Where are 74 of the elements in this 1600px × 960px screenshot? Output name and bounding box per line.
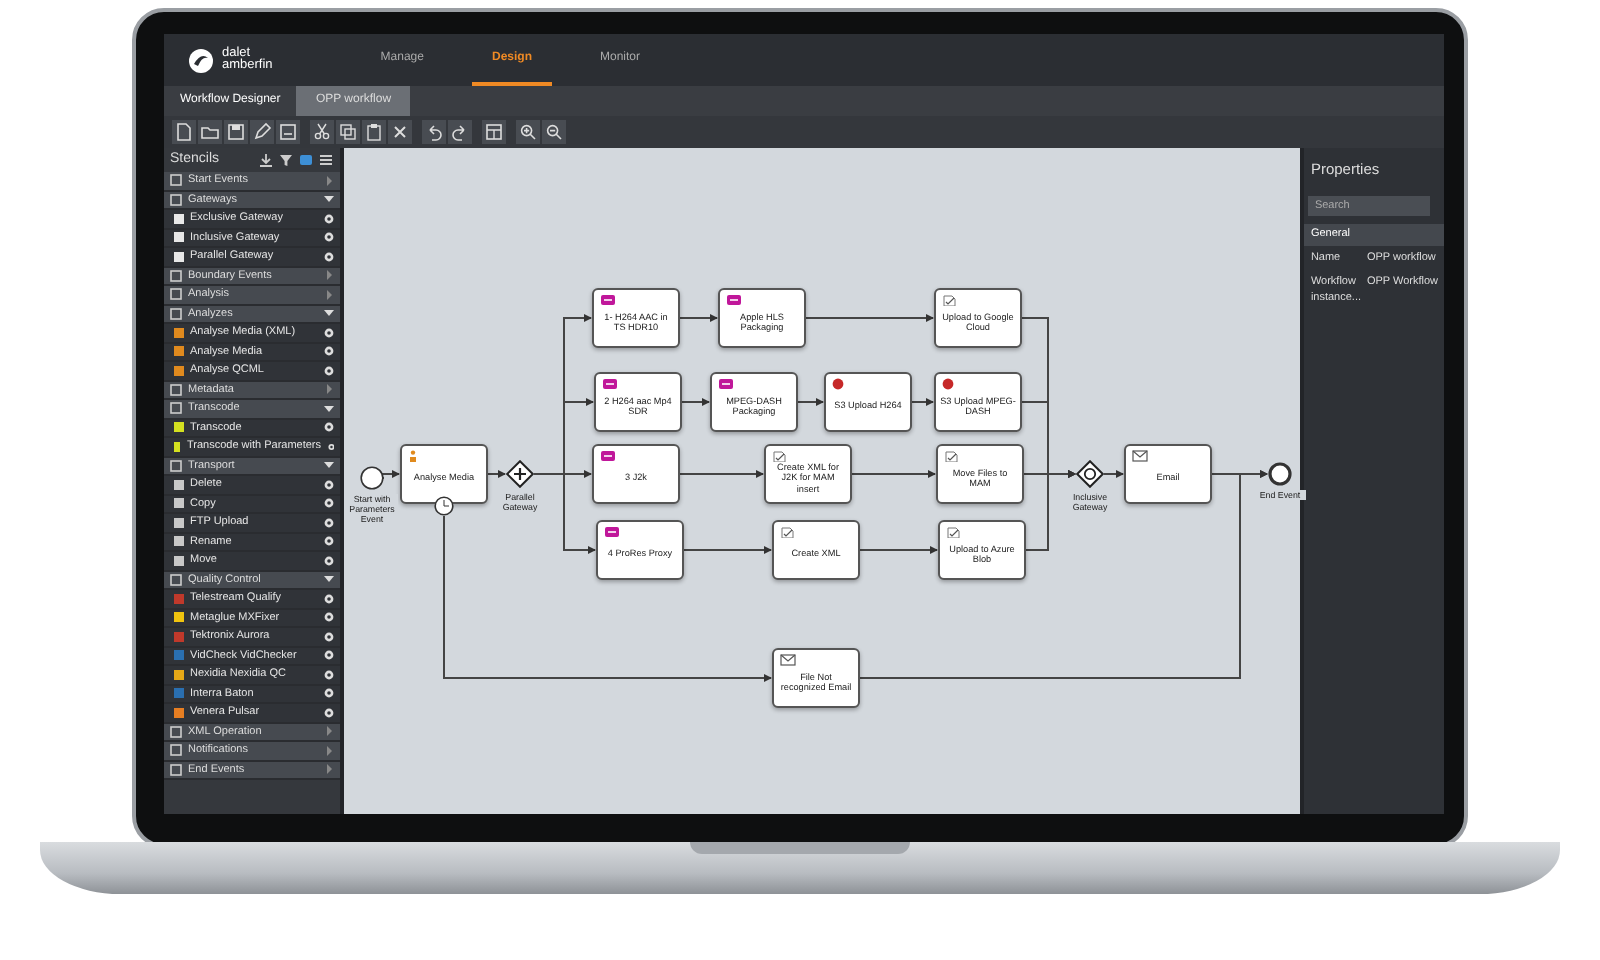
toolbar-button[interactable] <box>336 120 360 144</box>
alert-dot-icon <box>942 378 958 390</box>
toolbar-button[interactable] <box>516 120 540 144</box>
caret-down-icon[interactable] <box>324 403 334 414</box>
filter-icon[interactable] <box>278 152 294 168</box>
parallel-gateway <box>506 460 534 488</box>
caret-right-icon[interactable] <box>324 289 334 300</box>
redo-icon <box>450 122 470 142</box>
connector-arrow <box>679 314 718 322</box>
caret-down-icon[interactable] <box>324 460 334 471</box>
toolbar-button[interactable] <box>198 120 222 144</box>
toolbar-button[interactable] <box>250 120 274 144</box>
caret-down-icon[interactable] <box>324 574 334 585</box>
toolbar-button[interactable] <box>448 120 472 144</box>
connector-arrow <box>797 398 824 406</box>
menu-icon[interactable] <box>318 152 334 168</box>
script-icon <box>942 294 958 306</box>
script-icon <box>946 526 962 538</box>
caret-right-icon[interactable] <box>324 384 334 395</box>
list-icon[interactable] <box>298 152 314 168</box>
toolbar-button[interactable] <box>362 120 386 144</box>
connector-arrow <box>679 470 764 478</box>
toolbar-button[interactable] <box>422 120 446 144</box>
script-icon <box>772 450 788 462</box>
alert-dot-icon <box>832 378 848 390</box>
script-icon <box>780 526 796 538</box>
connector-arrow <box>681 398 710 406</box>
caret-right-icon[interactable] <box>324 270 334 281</box>
transcode-icon <box>604 526 620 538</box>
new-file-icon <box>174 122 194 142</box>
edit-icon <box>252 122 272 142</box>
toolbar-button[interactable] <box>542 120 566 144</box>
toolbar-button[interactable] <box>482 120 506 144</box>
cut-icon <box>312 122 332 142</box>
paste-icon <box>364 122 384 142</box>
end-event <box>1268 462 1292 486</box>
transcode-icon <box>602 378 618 390</box>
grid-icon <box>484 122 504 142</box>
toolbar-button[interactable] <box>276 120 300 144</box>
script-icon <box>944 450 960 462</box>
toolbar-button[interactable] <box>388 120 412 144</box>
undo-icon <box>424 122 444 142</box>
open-icon <box>200 122 220 142</box>
caret-down-icon[interactable] <box>324 194 334 205</box>
folder-icon <box>170 459 182 472</box>
caret-down-icon[interactable] <box>324 308 334 319</box>
save-as-icon <box>278 122 298 142</box>
envelope-icon <box>1132 450 1148 462</box>
copy-icon <box>338 122 358 142</box>
toolbar-button[interactable] <box>172 120 196 144</box>
transcode-icon <box>600 450 616 462</box>
toolbar-button[interactable] <box>224 120 248 144</box>
envelope-icon <box>780 654 796 666</box>
connector-arrow <box>911 398 934 406</box>
transcode-icon <box>600 294 616 306</box>
delete-icon <box>390 122 410 142</box>
transcode-icon <box>718 378 734 390</box>
start-event <box>360 466 384 490</box>
toolbar-button[interactable] <box>310 120 334 144</box>
zoom-out-icon <box>544 122 564 142</box>
download-icon[interactable] <box>258 152 274 168</box>
caret-right-icon[interactable] <box>324 764 334 775</box>
timer-event <box>434 496 454 516</box>
caret-right-icon[interactable] <box>324 726 334 737</box>
logo-icon <box>188 47 214 73</box>
folder-icon <box>170 573 182 586</box>
save-icon <box>226 122 246 142</box>
inclusive-gateway <box>1076 460 1104 488</box>
caret-right-icon[interactable] <box>324 175 334 186</box>
caret-right-icon[interactable] <box>324 745 334 756</box>
zoom-in-icon <box>518 122 538 142</box>
connector-arrow <box>487 470 506 478</box>
connector-arrow <box>805 314 934 322</box>
transcode-icon <box>726 294 742 306</box>
